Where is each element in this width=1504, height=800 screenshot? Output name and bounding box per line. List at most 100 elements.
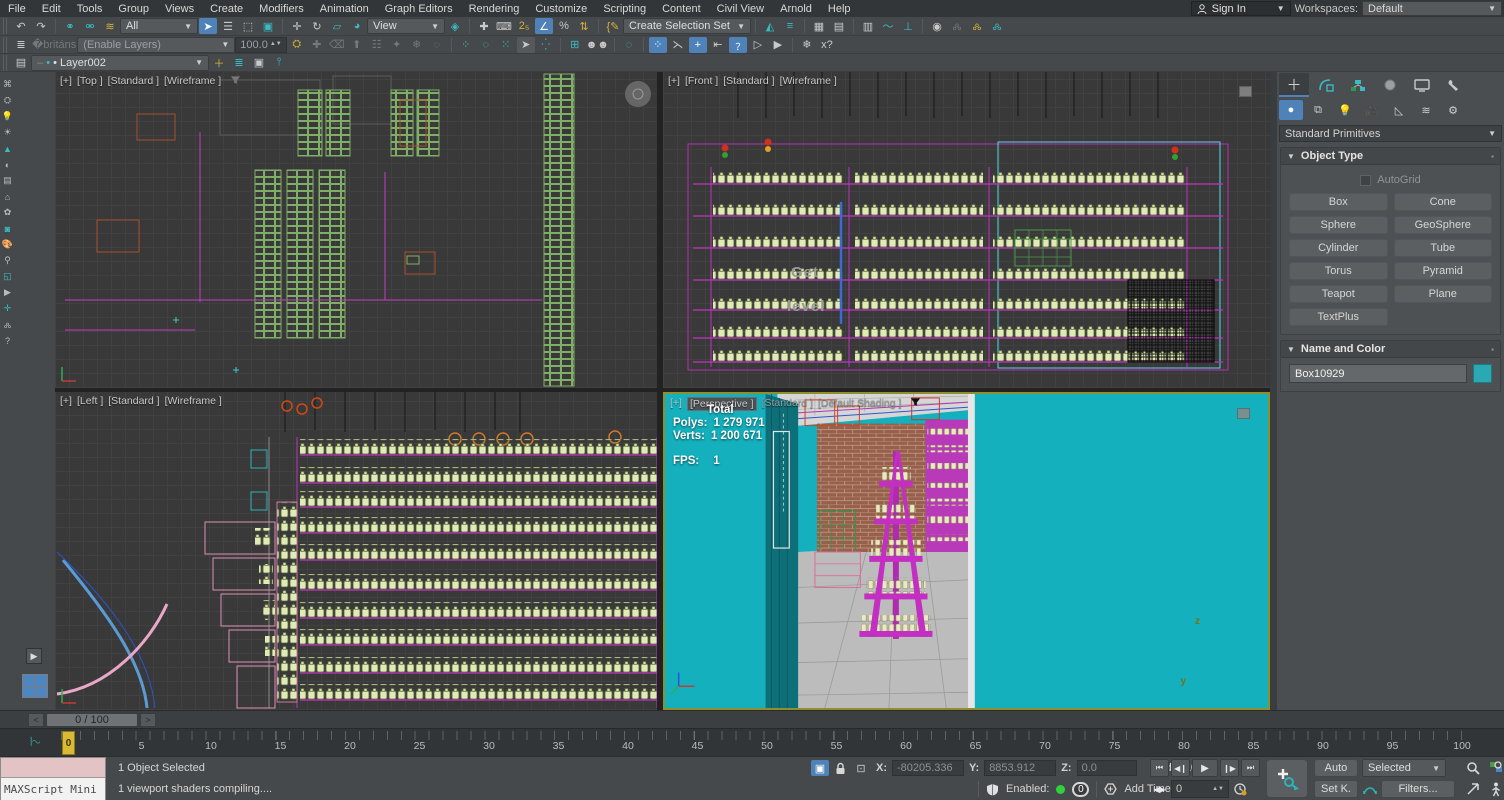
workspace-select[interactable]: Default ▼ bbox=[1362, 1, 1502, 16]
tab-modify[interactable] bbox=[1311, 73, 1341, 97]
time-slider-value[interactable]: 0 / 100 bbox=[46, 713, 138, 727]
freeze-layer-icon[interactable]: ❄ bbox=[408, 37, 426, 53]
select-objects-in-layer-icon[interactable]: ▣ bbox=[250, 55, 268, 71]
menu-item[interactable]: Create bbox=[202, 0, 251, 17]
viewport-left[interactable]: [+] [Left ] [Standard ] [Wireframe ] bbox=[55, 392, 657, 710]
rendered-frame-window-icon[interactable]: 🝆 bbox=[968, 18, 986, 34]
layer-stack-icon[interactable]: ≣ bbox=[12, 37, 30, 53]
go-to-end-button[interactable]: ⏭ bbox=[1241, 759, 1260, 777]
plus-snap-toggle-icon[interactable]: + bbox=[689, 37, 707, 53]
layer-list-icon[interactable]: �británs bbox=[32, 37, 76, 53]
mini-curve-editor-icon[interactable]: ⦚∿ bbox=[30, 735, 40, 750]
subtab-lights[interactable]: 💡 bbox=[1333, 100, 1357, 120]
camera-icon[interactable]: ◐ bbox=[1, 158, 14, 171]
spinner-arrows-icon[interactable]: ▲▼ bbox=[270, 42, 282, 47]
window-crossing-icon[interactable]: ▣ bbox=[259, 18, 277, 34]
subtab-geometry[interactable]: ● bbox=[1279, 100, 1303, 120]
teapot-icon[interactable]: 🝆 bbox=[1, 318, 14, 331]
viewcube-placeholder[interactable] bbox=[1237, 408, 1250, 419]
selection-ring-icon[interactable]: ◌ bbox=[477, 37, 495, 53]
walk-through-icon[interactable] bbox=[1486, 780, 1504, 798]
two-snap-toggle-icon[interactable]: ﹖ bbox=[729, 37, 747, 53]
menu-item[interactable]: Edit bbox=[34, 0, 69, 17]
layer-explorer-icon[interactable]: ▤ bbox=[12, 55, 30, 71]
viewport-layout-flyout-button[interactable]: ▶ bbox=[26, 648, 42, 664]
viewport-filter-icon[interactable] bbox=[910, 397, 921, 407]
select-layer-objects-icon[interactable]: ☷ bbox=[368, 37, 386, 53]
primitive-button[interactable]: Cylinder bbox=[1289, 239, 1388, 257]
menu-item[interactable]: Arnold bbox=[772, 0, 820, 17]
toggle-scene-explorer-icon[interactable]: ▦ bbox=[810, 18, 828, 34]
next-frame-button[interactable]: ❙▶ bbox=[1220, 759, 1239, 777]
render-production-icon[interactable]: 🝆 bbox=[988, 18, 1006, 34]
named-selection-set-select[interactable]: Create Selection Set▼ bbox=[623, 18, 751, 34]
toolbar-grip[interactable] bbox=[3, 18, 8, 34]
primitive-category-select[interactable]: Standard Primitives ▼ bbox=[1279, 125, 1502, 142]
redo-icon[interactable]: ↷ bbox=[32, 18, 50, 34]
primitive-button[interactable]: Torus bbox=[1289, 262, 1388, 280]
play-button[interactable]: ▶ bbox=[1192, 759, 1218, 777]
spinner-arrows-icon[interactable]: ▲▼ bbox=[1212, 787, 1224, 792]
viewport-top[interactable]: [+] [Top ] [Standard ] [Wireframe ] bbox=[55, 72, 657, 388]
menu-item[interactable]: Modifiers bbox=[251, 0, 312, 17]
key-step-icon[interactable]: ◀▶ bbox=[1150, 780, 1169, 798]
primitive-button[interactable]: Box bbox=[1289, 193, 1388, 211]
time-configuration-icon[interactable] bbox=[1231, 780, 1250, 798]
menu-item[interactable]: Scripting bbox=[595, 0, 654, 17]
previous-frame-arrow[interactable]: < bbox=[28, 713, 44, 727]
angle-tool-icon[interactable]: ⋋ bbox=[669, 37, 687, 53]
menu-item[interactable]: Civil View bbox=[709, 0, 772, 17]
edit-named-selection-sets-icon[interactable]: {✎ bbox=[604, 18, 622, 34]
menu-item[interactable]: Content bbox=[654, 0, 709, 17]
menu-item[interactable]: Customize bbox=[527, 0, 595, 17]
add-selection-to-layer-icon[interactable]: ≣ bbox=[230, 55, 248, 71]
go-to-start-button[interactable]: ⏮ bbox=[1150, 759, 1169, 777]
tab-hierarchy[interactable] bbox=[1343, 73, 1373, 97]
filled-arrow-icon[interactable]: ▶ bbox=[769, 37, 787, 53]
primitive-button[interactable]: Pyramid bbox=[1394, 262, 1493, 280]
select-and-manipulate-icon[interactable]: ✚ bbox=[475, 18, 493, 34]
add-to-layer-icon[interactable]: ⬆ bbox=[348, 37, 366, 53]
panel-splitter[interactable] bbox=[1270, 72, 1277, 710]
auto-key-button[interactable]: Auto bbox=[1314, 759, 1358, 777]
select-by-name-icon[interactable]: ☰ bbox=[219, 18, 237, 34]
adaptive-degradation-shield-icon[interactable] bbox=[986, 783, 999, 796]
degradation-count-badge[interactable]: 0 bbox=[1072, 782, 1089, 797]
maxscript-mini-listener[interactable]: MAXScript Mini bbox=[0, 757, 106, 800]
viewcube-placeholder[interactable] bbox=[1239, 86, 1252, 97]
use-pivot-center-icon[interactable]: ◈ bbox=[446, 18, 464, 34]
viewport-view-menu[interactable]: [Top ] bbox=[77, 75, 103, 87]
clip-play-icon[interactable]: ▶ bbox=[1, 286, 14, 299]
select-arrow-icon[interactable]: ➤ bbox=[517, 37, 535, 53]
rollout-pin-icon[interactable]: ▪ bbox=[1491, 345, 1494, 354]
viewport-shading-menu[interactable]: [Wireframe ] bbox=[165, 395, 222, 407]
viewport-standard-menu[interactable]: [Standard ] bbox=[108, 395, 159, 407]
subtab-spacewarps[interactable]: ≋ bbox=[1414, 100, 1438, 120]
primitive-button[interactable]: Teapot bbox=[1289, 285, 1388, 303]
set-key-button[interactable]: Set K. bbox=[1314, 780, 1358, 798]
object-name-input[interactable]: Box10929 bbox=[1289, 364, 1467, 383]
primitive-button[interactable]: TextPlus bbox=[1289, 308, 1388, 326]
render-setup-icon[interactable]: 🝆 bbox=[948, 18, 966, 34]
list-panel-icon[interactable]: ▤ bbox=[1, 174, 14, 187]
crowd-icon[interactable]: ☻☻ bbox=[586, 37, 609, 53]
subtab-shapes[interactable]: ⧉ bbox=[1306, 100, 1330, 120]
sun-icon[interactable]: ☀ bbox=[1, 126, 14, 139]
key-mode-select[interactable]: Selected▼ bbox=[1362, 759, 1446, 777]
schematic-view-icon[interactable]: ⊥ bbox=[899, 18, 917, 34]
menu-item[interactable]: Views bbox=[157, 0, 202, 17]
menu-item[interactable]: Rendering bbox=[461, 0, 528, 17]
dots2-icon[interactable]: ⁛ bbox=[537, 37, 555, 53]
angle-snap-icon[interactable]: ∠ bbox=[535, 18, 553, 34]
time-tag-hexagon-icon[interactable] bbox=[1104, 783, 1117, 795]
viewport-shading-menu[interactable]: [Wireframe ] bbox=[780, 75, 837, 87]
tab-create[interactable]: ＋ bbox=[1279, 73, 1309, 97]
viewport-menu-plus[interactable]: [+] bbox=[60, 395, 72, 407]
select-and-rotate-icon[interactable]: ↻ bbox=[308, 18, 326, 34]
grid-align-icon[interactable]: ⊞ bbox=[566, 37, 584, 53]
selection-lock-icon[interactable] bbox=[835, 762, 846, 775]
active-layer-select[interactable]: – • • Layer002 ▼ bbox=[31, 55, 209, 71]
primitive-button[interactable]: Plane bbox=[1394, 285, 1493, 303]
sign-in-button[interactable]: Sign In ▼ bbox=[1191, 1, 1291, 16]
snap-cluster-icon[interactable]: ⁙ bbox=[497, 37, 515, 53]
